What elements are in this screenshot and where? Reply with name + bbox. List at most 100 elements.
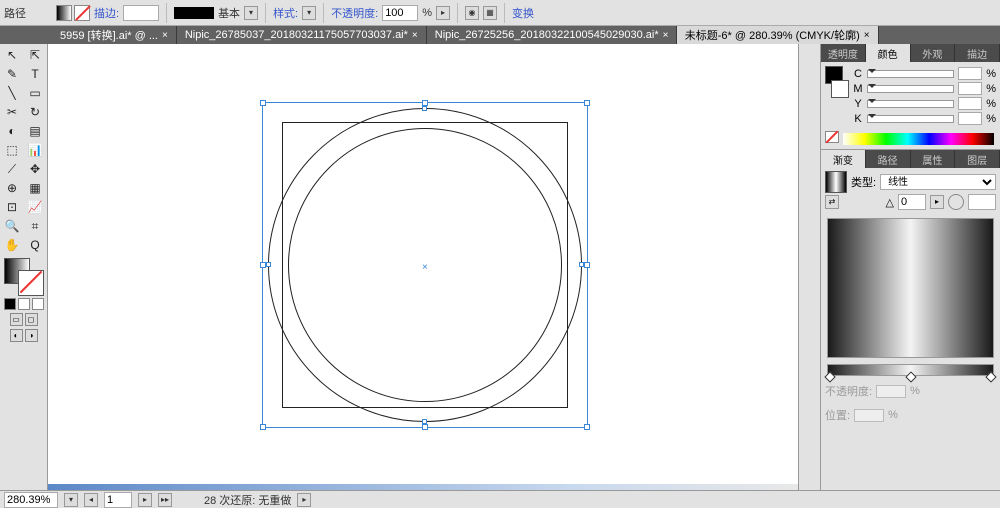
opacity-field[interactable] — [382, 5, 418, 21]
align-button[interactable]: ▦ — [483, 6, 497, 20]
tab-layer[interactable]: 图层 — [955, 150, 1000, 168]
blend-tool[interactable]: ▦ — [24, 179, 46, 197]
scissors-tool[interactable]: ✂ — [1, 103, 23, 121]
opacity-link[interactable]: 不透明度: — [331, 5, 378, 21]
zoom-field[interactable] — [4, 492, 58, 508]
status-menu-icon[interactable]: ▸ — [297, 493, 311, 507]
fill-stroke-swatches[interactable] — [56, 5, 90, 21]
channel-y-slider[interactable] — [867, 100, 954, 108]
column-tool[interactable]: 📈 — [24, 198, 46, 216]
stroke-swatch[interactable] — [74, 5, 90, 21]
gradient-stop[interactable] — [824, 371, 835, 382]
mesh-tool[interactable]: ⟋ — [1, 160, 23, 178]
angle-field[interactable] — [898, 194, 926, 210]
reverse-gradient-icon[interactable]: ⇄ — [825, 195, 839, 209]
warp-tool[interactable]: ▤ — [24, 122, 46, 140]
transform-link[interactable]: 变换 — [512, 5, 534, 21]
aspect-ratio-icon[interactable] — [948, 194, 964, 210]
artboard-field[interactable] — [104, 492, 132, 508]
resize-handle[interactable] — [584, 100, 590, 106]
reflect-tool[interactable]: ◐ — [1, 122, 23, 140]
anchor-point[interactable] — [266, 262, 271, 267]
anchor-point[interactable] — [422, 106, 427, 111]
channel-m-slider[interactable] — [867, 85, 954, 93]
screen-mode-full-icon[interactable]: ◻ — [25, 313, 38, 326]
artboard-prev-icon[interactable]: ◂ — [84, 493, 98, 507]
channel-c-slider[interactable] — [867, 70, 954, 78]
gradient-type-select[interactable]: 线性 — [880, 174, 996, 190]
channel-y-field[interactable] — [958, 97, 982, 110]
gradient-tool[interactable]: ✥ — [24, 160, 46, 178]
artboard-last-icon[interactable]: ▸▸ — [158, 493, 172, 507]
stroke-style-preview[interactable] — [174, 7, 214, 19]
close-icon[interactable]: × — [864, 30, 870, 41]
gradient-stop[interactable] — [985, 371, 996, 382]
rotate-tool[interactable]: ↻ — [24, 103, 46, 121]
resize-handle[interactable] — [260, 100, 266, 106]
color-panel-swatch[interactable] — [825, 66, 849, 112]
channel-k-slider[interactable] — [867, 115, 954, 123]
eyedropper-tool[interactable]: ⊕ — [1, 179, 23, 197]
stroke-link[interactable]: 描边: — [94, 5, 119, 21]
selection-tool[interactable]: ↖ — [1, 46, 23, 64]
stroke-weight-field[interactable] — [123, 5, 159, 21]
misc-a-icon[interactable]: ◐ — [10, 329, 23, 342]
zoom-dropdown-icon[interactable]: ▾ — [64, 493, 78, 507]
symbol-tool[interactable]: ⊡ — [1, 198, 23, 216]
type-tool[interactable]: T — [24, 65, 46, 83]
stroke-swatch[interactable] — [831, 80, 849, 98]
gradient-large-preview[interactable] — [827, 218, 994, 358]
document-tab[interactable]: 5959 [转换].ai* @ ...× — [52, 26, 177, 44]
line-tool[interactable]: ╲ — [1, 84, 23, 102]
opacity-dropdown-icon[interactable]: ▸ — [436, 6, 450, 20]
anchor-point[interactable] — [422, 419, 427, 424]
document-tab[interactable]: 未标题-6* @ 280.39% (CMYK/轮廓)× — [677, 26, 879, 44]
resize-handle[interactable] — [260, 424, 266, 430]
none-mode-icon[interactable] — [32, 298, 44, 310]
rectangle-tool[interactable]: ▭ — [24, 84, 46, 102]
tab-stroke[interactable]: 描边 — [955, 44, 1000, 62]
pen-tool[interactable]: ✎ — [1, 65, 23, 83]
panel-rail[interactable] — [798, 44, 820, 490]
color-mode-icon[interactable] — [4, 298, 16, 310]
resize-handle[interactable] — [584, 262, 590, 268]
recolor-button[interactable]: ◉ — [465, 6, 479, 20]
direct-selection-tool[interactable]: ⇱ — [24, 46, 46, 64]
document-tab[interactable]: Nipic_26725256_20180322100545029030.ai* … — [427, 26, 677, 44]
gradient-ramp[interactable] — [827, 364, 994, 376]
tab-attribute[interactable]: 属性 — [911, 150, 956, 168]
gradient-stop[interactable] — [905, 371, 916, 382]
zoom-tool[interactable]: Q — [24, 236, 46, 254]
channel-k-field[interactable] — [958, 112, 982, 125]
stroke-box[interactable] — [18, 270, 44, 296]
close-icon[interactable]: × — [663, 30, 669, 41]
style-dropdown-icon[interactable]: ▾ — [302, 6, 316, 20]
scrollbar-track[interactable] — [48, 484, 798, 490]
screen-mode-icon[interactable]: ▭ — [10, 313, 23, 326]
gradient-mode-icon[interactable] — [18, 298, 30, 310]
tab-transparency[interactable]: 透明度 — [821, 44, 866, 62]
spectrum-picker[interactable] — [843, 133, 994, 145]
angle-step-icon[interactable]: ▸ — [930, 195, 944, 209]
channel-c-field[interactable] — [958, 67, 982, 80]
tab-path[interactable]: 路径 — [866, 150, 911, 168]
fill-stroke-control[interactable] — [4, 258, 44, 296]
close-icon[interactable]: × — [162, 30, 168, 41]
tab-appearance[interactable]: 外观 — [911, 44, 956, 62]
fill-swatch[interactable] — [56, 5, 72, 21]
channel-m-field[interactable] — [958, 82, 982, 95]
none-color-icon[interactable] — [825, 131, 839, 143]
tab-gradient[interactable]: 渐变 — [821, 150, 866, 168]
anchor-point[interactable] — [579, 262, 584, 267]
artboard-tool[interactable]: ⌗ — [24, 217, 46, 235]
graph-tool[interactable]: 📊 — [24, 141, 46, 159]
style-link[interactable]: 样式: — [273, 5, 298, 21]
stroke-dropdown-icon[interactable]: ▾ — [244, 6, 258, 20]
artboard-next-icon[interactable]: ▸ — [138, 493, 152, 507]
aspect-field[interactable] — [968, 194, 996, 210]
slice-tool[interactable]: 🔍 — [1, 217, 23, 235]
gradient-preview[interactable] — [825, 171, 847, 193]
tab-color[interactable]: 颜色 — [866, 44, 911, 62]
close-icon[interactable]: × — [412, 30, 418, 41]
resize-handle[interactable] — [584, 424, 590, 430]
